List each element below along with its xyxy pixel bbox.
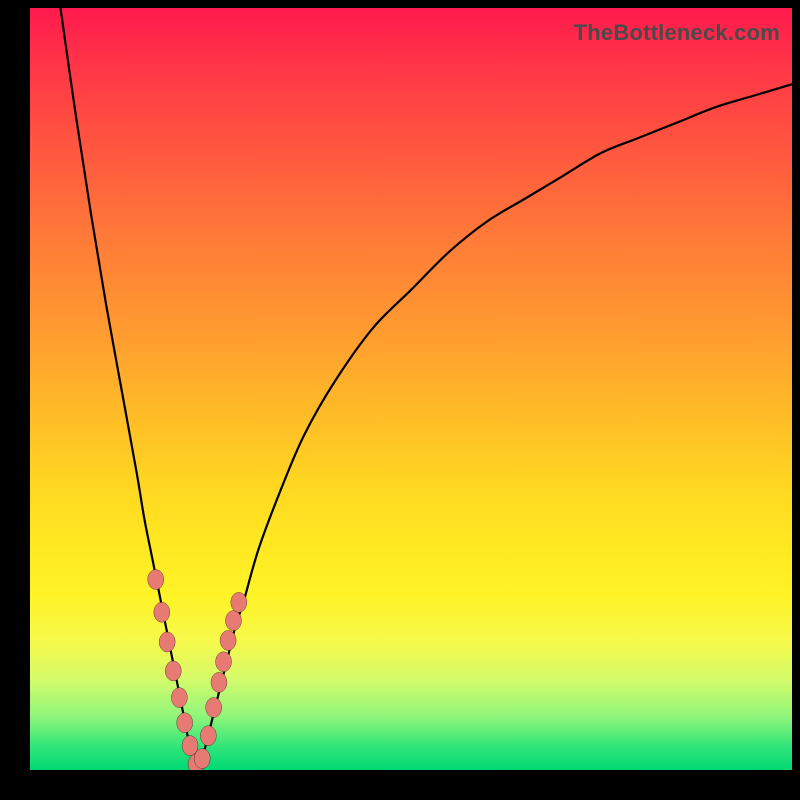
data-marker	[200, 726, 216, 746]
plot-area: TheBottleneck.com	[30, 8, 792, 770]
data-marker	[159, 632, 175, 652]
marker-group	[148, 570, 247, 771]
data-marker	[231, 592, 247, 612]
curve-layer	[30, 8, 792, 770]
data-marker	[216, 652, 232, 672]
data-marker	[171, 688, 187, 708]
data-marker	[211, 672, 227, 692]
data-marker	[225, 611, 241, 631]
curve-left-branch	[60, 8, 197, 770]
data-marker	[154, 602, 170, 622]
data-marker	[220, 630, 236, 650]
data-marker	[206, 698, 222, 718]
data-marker	[148, 570, 164, 590]
data-marker	[165, 661, 181, 681]
chart-frame: TheBottleneck.com	[0, 0, 800, 800]
curve-right-branch	[198, 84, 792, 770]
data-marker	[177, 713, 193, 733]
data-marker	[194, 749, 210, 769]
